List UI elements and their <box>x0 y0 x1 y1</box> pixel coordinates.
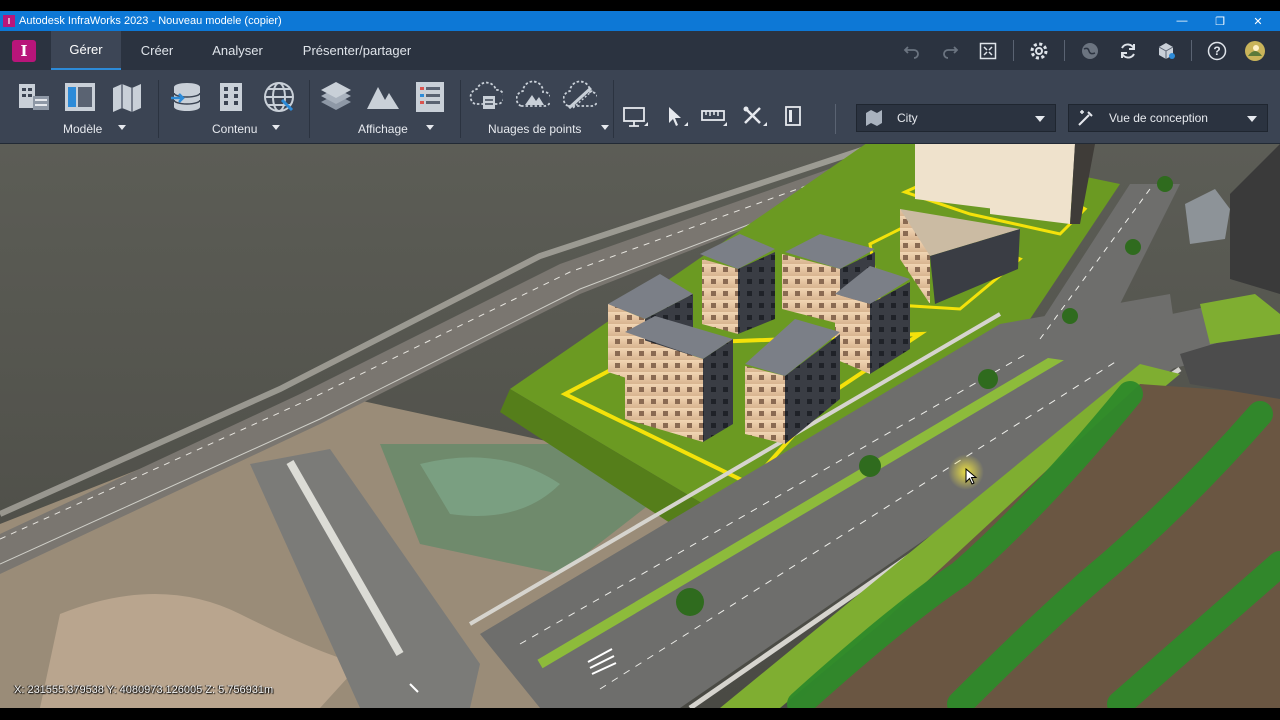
help-icon[interactable]: ? <box>1205 39 1229 63</box>
infraworks-logo[interactable]: I <box>12 40 36 62</box>
contenu-dropdown-arrow[interactable] <box>272 125 280 130</box>
toolbar-separator <box>1013 40 1014 61</box>
chevron-down-icon <box>1247 116 1257 122</box>
toolbar-separator <box>1191 40 1192 61</box>
model-layout-icon[interactable] <box>63 80 97 114</box>
point-cloud-linear-icon[interactable] <box>562 80 599 114</box>
inspector-panel-icon[interactable] <box>782 104 808 130</box>
top-border <box>0 0 1280 11</box>
ribbon-panel: Modèle Contenu Affichage Nuages de point… <box>0 70 1280 144</box>
presentation-screen-icon[interactable] <box>622 104 648 130</box>
style-map-icon <box>866 110 882 126</box>
model-map-icon[interactable] <box>110 80 144 114</box>
layers-icon[interactable] <box>319 80 353 114</box>
redo-icon[interactable] <box>938 39 962 63</box>
cube-icon[interactable] <box>1154 39 1178 63</box>
style-palette-icon[interactable] <box>413 80 447 114</box>
building[interactable] <box>700 234 775 334</box>
view-mode-dropdown[interactable]: Vue de conception <box>1068 104 1268 132</box>
style-rule-dropdown[interactable]: City <box>856 104 1056 132</box>
3d-viewport[interactable] <box>0 144 1280 708</box>
settings-gear-icon[interactable] <box>1027 39 1051 63</box>
group-label-affichage: Affichage <box>358 122 408 136</box>
point-cloud-terrain-icon[interactable] <box>515 80 552 114</box>
data-sources-icon[interactable] <box>169 80 203 114</box>
web-content-icon[interactable] <box>262 80 296 114</box>
modele-dropdown-arrow[interactable] <box>118 125 126 130</box>
measure-ruler-icon[interactable] <box>701 104 727 130</box>
group-label-modele: Modèle <box>63 122 103 136</box>
buildings-content-icon[interactable] <box>214 80 248 114</box>
toolbar-separator <box>1064 40 1065 61</box>
user-avatar[interactable] <box>1243 39 1267 63</box>
tab-gerer[interactable]: Gérer <box>51 31 121 70</box>
ribbon-separator <box>613 80 614 138</box>
scene-render <box>0 144 1280 708</box>
close-button[interactable]: ✕ <box>1240 11 1276 31</box>
sync-icon[interactable] <box>1116 39 1140 63</box>
undo-icon[interactable] <box>900 39 924 63</box>
chevron-down-icon <box>1035 116 1045 122</box>
affichage-dropdown-arrow[interactable] <box>426 125 434 130</box>
fit-view-icon[interactable] <box>976 39 1000 63</box>
terrain-icon[interactable] <box>366 80 400 114</box>
ribbon-separator <box>835 104 836 134</box>
point-cloud-import-icon[interactable] <box>469 80 505 114</box>
ribbon-separator <box>309 80 310 138</box>
mouse-cursor <box>948 454 984 490</box>
group-label-contenu: Contenu <box>212 122 258 136</box>
building[interactable] <box>990 144 1095 224</box>
nuages-dropdown-arrow[interactable] <box>601 125 609 130</box>
model-properties-icon[interactable] <box>17 80 51 114</box>
tabs-bar: I Gérer Créer Analyser Présenter/partage… <box>0 31 1280 70</box>
window-title: Autodesk InfraWorks 2023 - Nouveau model… <box>19 15 282 27</box>
ribbon-separator <box>460 80 461 138</box>
style-rule-value: City <box>897 111 918 125</box>
building[interactable] <box>625 316 733 442</box>
app-icon: I <box>3 15 15 27</box>
maximize-button[interactable]: ❐ <box>1202 11 1238 31</box>
globe-icon[interactable] <box>1078 39 1102 63</box>
tab-presenter-partager[interactable]: Présenter/partager <box>294 31 420 70</box>
tab-creer[interactable]: Créer <box>127 31 187 70</box>
title-bar: I Autodesk InfraWorks 2023 - Nouveau mod… <box>0 11 1280 31</box>
view-mode-value: Vue de conception <box>1109 111 1208 125</box>
coordinate-readout: X: 231555.379538 Y: 4080973.126005 Z: 5.… <box>14 684 274 696</box>
bottom-border <box>0 708 1280 720</box>
ribbon-separator <box>158 80 159 138</box>
tools-cross-icon[interactable] <box>741 104 767 130</box>
design-view-icon <box>1078 110 1093 126</box>
select-pointer-icon[interactable] <box>664 104 690 130</box>
group-label-nuages-de-points: Nuages de points <box>488 122 582 136</box>
minimize-button[interactable]: — <box>1164 11 1200 31</box>
tab-analyser[interactable]: Analyser <box>200 31 275 70</box>
